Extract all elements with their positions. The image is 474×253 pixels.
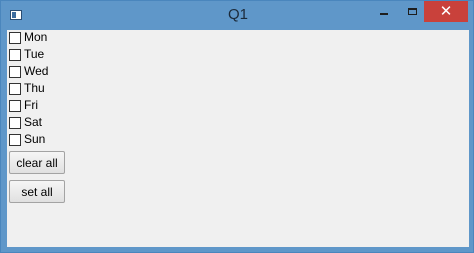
checkbox-box[interactable] (9, 99, 21, 112)
checkbox-label[interactable]: Sun (24, 132, 45, 147)
day-checkbox-sat[interactable]: Sat (9, 115, 42, 130)
checkbox-box[interactable] (9, 133, 21, 146)
maximize-icon (407, 8, 417, 15)
title-bar[interactable]: Q1 ✕ (1, 1, 474, 30)
checkbox-label[interactable]: Sat (24, 115, 42, 130)
day-checkbox-wed[interactable]: Wed (9, 64, 48, 79)
checkbox-label[interactable]: Thu (24, 81, 45, 96)
client-area: Mon Tue Wed Thu Fri Sat Sun clear all se… (7, 30, 469, 247)
clear-all-button[interactable]: clear all (9, 151, 65, 174)
checkbox-box[interactable] (9, 116, 21, 129)
minimize-icon (380, 12, 388, 15)
checkbox-label[interactable]: Tue (24, 47, 44, 62)
day-checkbox-sun[interactable]: Sun (9, 132, 45, 147)
maximize-button[interactable] (397, 1, 427, 22)
app-window: Q1 ✕ Mon Tue Wed Thu Fri Sat Sun clear a… (0, 0, 474, 253)
minimize-button[interactable] (369, 1, 399, 22)
day-checkbox-fri[interactable]: Fri (9, 98, 38, 113)
checkbox-box[interactable] (9, 82, 21, 95)
day-checkbox-thu[interactable]: Thu (9, 81, 45, 96)
checkbox-label[interactable]: Wed (24, 64, 48, 79)
set-all-button[interactable]: set all (9, 180, 65, 203)
checkbox-label[interactable]: Mon (24, 30, 47, 45)
checkbox-label[interactable]: Fri (24, 98, 38, 113)
checkbox-box[interactable] (9, 65, 21, 78)
day-checkbox-tue[interactable]: Tue (9, 47, 44, 62)
close-icon: ✕ (439, 2, 453, 20)
checkbox-box[interactable] (9, 31, 21, 44)
day-checkbox-mon[interactable]: Mon (9, 30, 47, 45)
close-button[interactable]: ✕ (424, 1, 468, 22)
checkbox-box[interactable] (9, 48, 21, 61)
